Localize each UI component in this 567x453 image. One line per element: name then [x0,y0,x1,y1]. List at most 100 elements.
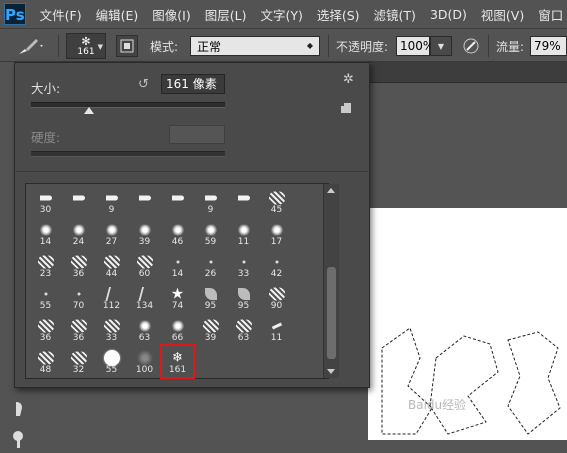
menu-select[interactable]: 选择(S) [317,5,360,24]
preset-scrollbar[interactable] [323,184,339,378]
menu-edit[interactable]: 编辑(E) [96,5,139,24]
blob-brush-icon [104,224,119,236]
flake-brush-icon: ❄ [172,350,183,366]
fuzz-brush-icon [70,319,87,333]
brush-preset[interactable]: 27 [95,217,128,250]
fuzz-brush-icon [268,287,285,301]
document-canvas[interactable]: Baidu经验 [368,208,567,440]
brush-preset[interactable]: 36 [29,313,62,346]
brush-preset[interactable]: 66 [161,313,194,346]
brush-size-label: 63 [138,333,151,343]
brush-preset-selected[interactable]: ❄ 161 [160,344,195,379]
size-slider[interactable] [31,102,225,108]
brush-preset[interactable]: 33 [227,249,260,282]
dot-brush-icon [77,292,80,296]
menu-filter[interactable]: 滤镜(T) [374,5,416,24]
watermark: Baidu经验 [408,398,467,412]
brush-preset[interactable]: 32 [62,345,95,378]
menu-type[interactable]: 文字(Y) [260,5,302,24]
brush-preset[interactable]: 55 [95,345,128,378]
blob-brush-icon [269,224,284,236]
scroll-up-icon[interactable] [327,188,335,193]
brush-preset[interactable]: 11 [260,313,293,346]
brush-preset[interactable]: 45 [260,185,293,218]
brush-preset[interactable]: 9 [95,185,128,218]
brush-size-label: 60 [138,269,151,279]
gear-icon[interactable]: ✲ [343,72,354,87]
brush-size-label: 36 [72,333,85,343]
brush-preset[interactable] [128,185,161,218]
brush-preset[interactable]: 26 [194,249,227,282]
brush-preset[interactable]: 55 [29,281,62,314]
brush-preset[interactable]: 70 [62,281,95,314]
brush-preset[interactable]: 63 [128,313,161,346]
brush-preset[interactable]: 9 [194,185,227,218]
new-preset-icon[interactable] [339,101,351,113]
brush-size-label: 24 [72,237,85,247]
brush-preset[interactable]: 44 [95,249,128,282]
opacity-dropdown-button[interactable]: ▼ [430,36,452,56]
reset-size-icon[interactable]: ↺ [138,77,149,92]
brush-preset[interactable] [161,185,194,218]
dot-brush-icon [176,260,179,264]
opacity-input[interactable]: 100% [396,36,434,56]
brush-preset-panel: 大小: ↺ 161 像素 ✲ 硬度: 30 9 9 45 14 24 27 39 46 59 11 1… [14,62,370,388]
tip-brush-icon [138,195,151,201]
brush-preset[interactable]: 14 [161,249,194,282]
brush-preset-picker[interactable]: ✻ 161 ▼ [66,33,106,59]
brush-tool-icon[interactable] [16,34,50,58]
brush-preset[interactable]: 100 [128,345,161,378]
brush-preset[interactable]: 90 [260,281,293,314]
size-slider-thumb[interactable] [84,107,95,114]
brush-preset[interactable]: 14 [29,217,62,250]
blob-brush-icon [137,320,152,332]
brush-size-label: 59 [204,237,217,247]
brush-preset[interactable]: 95 [227,281,260,314]
brush-preset[interactable]: 60 [128,249,161,282]
brush-preset[interactable]: 11 [227,217,260,250]
blob-brush-icon [236,224,251,236]
size-input[interactable]: 161 像素 [161,74,225,94]
brush-preset[interactable]: 17 [260,217,293,250]
brush-size-label: 11 [270,333,283,343]
scrollbar-thumb[interactable] [327,267,336,359]
brush-preset[interactable]: 24 [62,217,95,250]
pressure-opacity-button[interactable] [460,35,482,57]
blob-brush-icon [170,320,185,332]
brush-preset[interactable]: 48 [29,345,62,378]
menu-3d[interactable]: 3D(D) [430,7,467,22]
brush-preset[interactable]: 42 [260,249,293,282]
document-tab[interactable] [370,62,567,83]
flow-input[interactable]: 79% [530,36,567,56]
brush-preset[interactable] [227,185,260,218]
brush-preset[interactable]: 63 [227,313,260,346]
brush-preset[interactable]: ★ 74 [161,281,194,314]
smudge-tool-icon[interactable] [8,398,32,420]
brush-preset[interactable]: 39 [128,217,161,250]
brush-panel-toggle[interactable] [116,35,138,57]
brush-preset[interactable]: 36 [62,249,95,282]
mode-select[interactable]: 正常 ◆ [190,36,320,56]
brush-preset[interactable] [62,185,95,218]
brush-preset[interactable]: 134 [128,281,161,314]
brush-preset[interactable]: 36 [62,313,95,346]
brush-preset[interactable]: 30 [29,185,62,218]
menu-view[interactable]: 视图(V) [481,5,524,24]
brush-preset[interactable]: 112 [95,281,128,314]
brush-preset-grid: 30 9 9 45 14 24 27 39 46 59 11 17 23 36 44 60 14 26 33 42 55… [25,183,339,379]
menu-file[interactable]: 文件(F) [40,5,82,24]
dodge-tool-icon[interactable] [8,428,32,450]
brush-size-readout: 161 [77,46,95,57]
fuzz-brush-icon [70,255,87,269]
menu-image[interactable]: 图像(I) [152,5,190,24]
menu-window[interactable]: 窗口 [538,5,563,24]
menu-layer[interactable]: 图层(L) [205,5,247,24]
brush-preset[interactable]: 46 [161,217,194,250]
brush-preset[interactable]: 23 [29,249,62,282]
brush-preset[interactable]: 33 [95,313,128,346]
brush-preset[interactable]: 59 [194,217,227,250]
brush-size-label: 14 [171,269,184,279]
brush-preset[interactable]: 95 [194,281,227,314]
scroll-down-icon[interactable] [327,369,335,374]
brush-preset[interactable]: 39 [194,313,227,346]
